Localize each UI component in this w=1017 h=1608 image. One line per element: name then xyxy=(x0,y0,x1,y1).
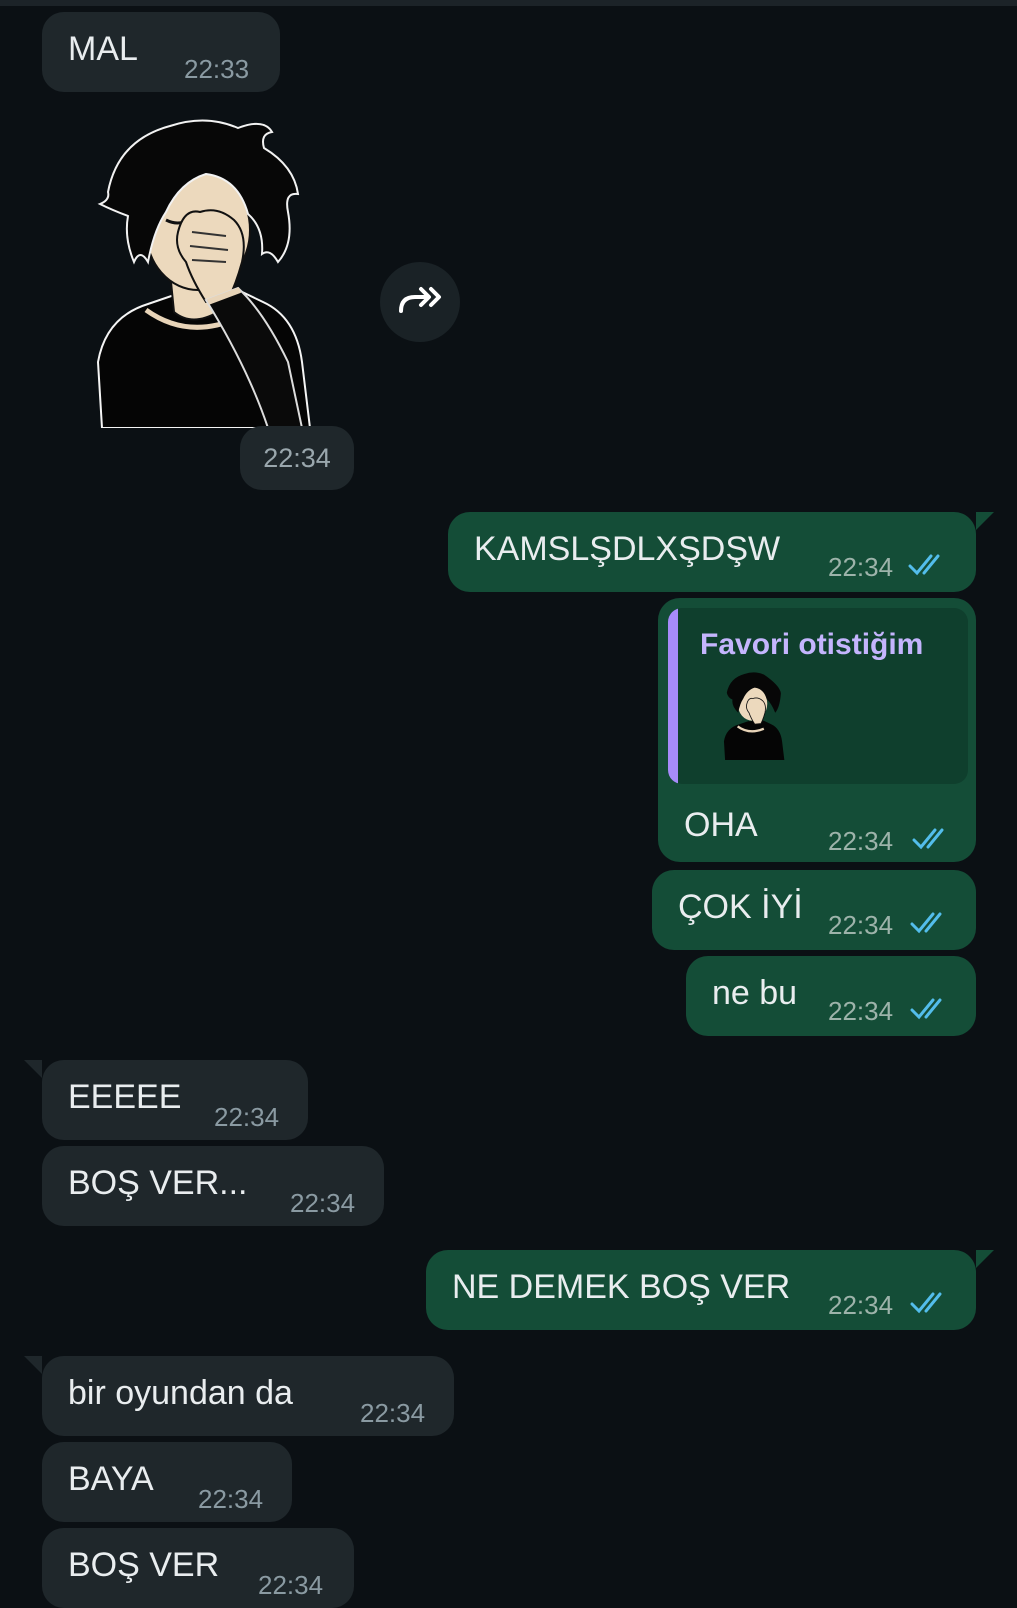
message-text: KAMSLŞDLXŞDŞW xyxy=(474,530,781,568)
facepalm-boy-sticker[interactable] xyxy=(88,112,312,429)
message-bubble-incoming[interactable]: BAYA 22:34 xyxy=(42,1442,292,1522)
bubble-tail xyxy=(976,1250,994,1268)
quote-bar xyxy=(668,608,678,784)
message-text: BAYA xyxy=(68,1460,154,1498)
message-text: BOŞ VER xyxy=(68,1546,220,1584)
message-bubble-incoming[interactable]: EEEEE 22:34 xyxy=(42,1060,308,1140)
message-bubble-outgoing[interactable]: NE DEMEK BOŞ VER 22:34 xyxy=(426,1250,976,1330)
facepalm-boy-sticker-thumbnail xyxy=(720,670,786,760)
message-text: ne bu xyxy=(712,974,798,1012)
top-divider xyxy=(0,0,1017,6)
message-bubble-incoming[interactable]: BOŞ VER 22:34 xyxy=(42,1528,354,1608)
message-bubble-incoming[interactable]: MAL 22:33 xyxy=(42,12,280,92)
message-bubble-outgoing[interactable]: ÇOK İYİ 22:34 xyxy=(652,870,976,950)
double-check-icon xyxy=(910,1292,942,1314)
message-bubble-incoming[interactable]: BOŞ VER... 22:34 xyxy=(42,1146,384,1226)
forward-icon xyxy=(397,285,443,320)
forward-button[interactable] xyxy=(380,262,460,342)
message-time: 22:34 xyxy=(828,826,894,856)
sticker-time: 22:34 xyxy=(240,426,354,490)
message-text: BOŞ VER... xyxy=(68,1164,248,1202)
message-time: 22:34 xyxy=(828,552,894,582)
double-check-icon xyxy=(908,554,940,576)
message-time: 22:34 xyxy=(198,1484,264,1514)
bubble-tail xyxy=(24,1356,42,1374)
message-time: 22:34 xyxy=(214,1102,280,1132)
message-time: 22:34 xyxy=(290,1188,356,1218)
message-text: EEEEE xyxy=(68,1078,182,1116)
message-bubble-outgoing[interactable]: ne bu 22:34 xyxy=(686,956,976,1036)
message-text: bir oyundan da xyxy=(68,1374,293,1412)
reply-quote[interactable]: Favori otistiğim xyxy=(668,608,968,784)
bubble-tail xyxy=(24,1060,42,1078)
message-time: 22:34 xyxy=(258,1570,324,1600)
message-bubble-outgoing[interactable]: KAMSLŞDLXŞDŞW 22:34 xyxy=(448,512,976,592)
message-time: 22:34 xyxy=(828,1290,894,1320)
double-check-icon xyxy=(910,912,942,934)
double-check-icon xyxy=(912,828,944,850)
quote-sender: Favori otistiğim xyxy=(700,628,924,661)
message-text: ÇOK İYİ xyxy=(678,888,803,926)
double-check-icon xyxy=(910,998,942,1020)
message-time: 22:34 xyxy=(828,910,894,940)
message-text: OHA xyxy=(684,806,758,844)
message-time: 22:34 xyxy=(828,996,894,1026)
message-time: 22:33 xyxy=(184,54,250,84)
message-bubble-incoming[interactable]: bir oyundan da 22:34 xyxy=(42,1356,454,1436)
message-time: 22:34 xyxy=(360,1398,426,1428)
message-text: MAL xyxy=(68,30,138,68)
bubble-tail xyxy=(976,512,994,530)
message-text: NE DEMEK BOŞ VER xyxy=(452,1268,791,1306)
